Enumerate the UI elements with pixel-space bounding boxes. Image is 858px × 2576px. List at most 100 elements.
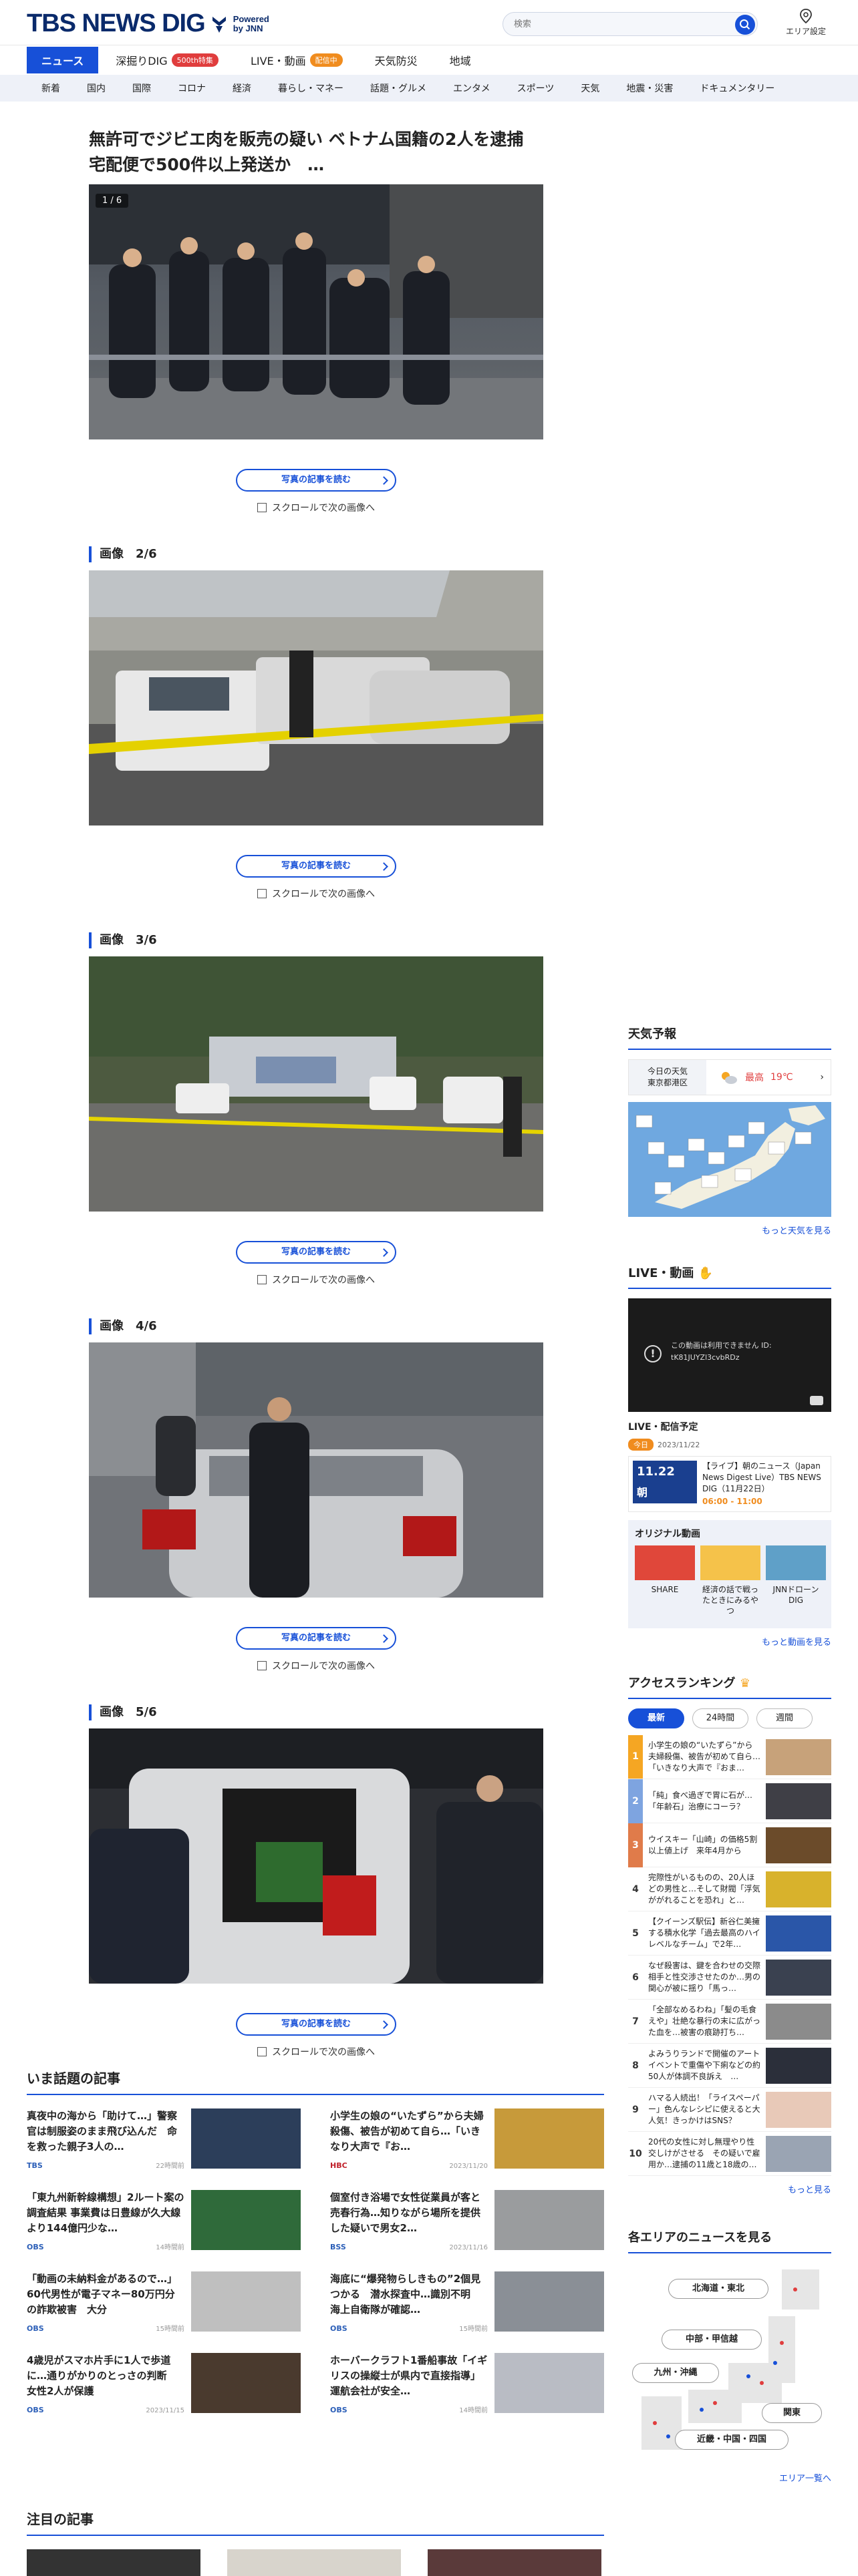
tab-weekly[interactable]: 週間 [756, 1708, 813, 1728]
ranking-thumb [766, 2091, 831, 2128]
subnav-international[interactable]: 国際 [132, 81, 164, 95]
site-logo[interactable]: TBS NEWS DIG Powered by JNN [27, 9, 269, 38]
search-button[interactable] [735, 15, 755, 35]
trending-thumb [494, 2190, 604, 2250]
ranking-more-link[interactable]: もっと見る [628, 2183, 831, 2195]
subnav-domestic[interactable]: 国内 [87, 81, 119, 95]
schedule-date: 今日 2023/11/22 [628, 1439, 831, 1451]
search-box [503, 12, 758, 36]
trending-card-2[interactable]: 小学生の娘の“いたずら”から夫婦殺傷、被告が初めて自ら…「いきなり大声で『お… H… [330, 2108, 604, 2173]
trending-card-5[interactable]: 「動画の未納料金があるので…」60代男性が電子マネー80万円分の詐欺被害 大分 O… [27, 2271, 301, 2336]
featured-thumb-3[interactable] [428, 2549, 601, 2576]
subnav-weather[interactable]: 天気 [581, 81, 613, 95]
search-input[interactable] [503, 13, 717, 35]
subnav-sports[interactable]: スポーツ [517, 81, 568, 95]
area-kanto[interactable]: 関東 [762, 2403, 822, 2423]
ranking-item-4[interactable]: 4 完際性がいるものの、20人ほどの男性と…そして財閥「浮気ががれることを恐れ」と… [628, 1867, 831, 1911]
trending-card-7[interactable]: 4歳児がスマホ片手に1人で歩道に…通りがかりのとっさの判断 女性2人が保護 OBS… [27, 2353, 301, 2417]
live-more-link[interactable]: もっと動画を見る [628, 1635, 831, 1648]
area-hokkaido-tohoku[interactable]: 北海道・東北 [668, 2279, 768, 2299]
ranking-item-6[interactable]: 6 なぜ殺害は、鍵を合わせの交際相手と性交渉させたのか…男の関心が被に揺り「馬っ… [628, 1956, 831, 2000]
featured-title: 注目の記事 [27, 2509, 604, 2536]
nav-dig[interactable]: 深掘りDIG 500th特集 [101, 47, 233, 73]
nav-weather[interactable]: 天気防災 [360, 47, 432, 73]
ranking-item-7[interactable]: 7 「全部なめるわね」「髪の毛食えや」壮絶な暴行の末に広がった血を…被害の痕跡打ち… [628, 2000, 831, 2044]
subnav-economy[interactable]: 経済 [233, 81, 265, 95]
subnav-documentary[interactable]: ドキュメンタリー [700, 81, 788, 95]
trending-title: いま話題の記事 [27, 2068, 604, 2095]
gallery-photo-5[interactable] [89, 1728, 543, 1984]
trending-card-3[interactable]: 「東九州新幹線構想」2ルート案の調査結果 事業費は日豊線が久大線より144億円少… [27, 2190, 301, 2254]
sun-cloud-icon [722, 1072, 737, 1084]
featured-section: 注目の記事 [27, 2509, 604, 2576]
weather-more-link[interactable]: もっと天気を見る [628, 1224, 831, 1236]
read-article-button-1[interactable]: 写真の記事を読む [236, 469, 396, 492]
ranking-title: アクセスランキング ♛ [628, 1674, 831, 1699]
photo-5-illustration [89, 1728, 543, 1984]
photo-counter: 1 / 6 [96, 194, 129, 208]
area-setting-button[interactable]: エリア設定 [786, 8, 826, 37]
trending-card-4[interactable]: 個室付き浴場で女性従業員が客と売春行為…知りながら場所を提供した疑いで男女2… B… [330, 2190, 604, 2254]
read-article-button-3[interactable]: 写真の記事を読む [236, 1241, 396, 1264]
trending-thumb [494, 2353, 604, 2413]
image-icon [257, 889, 267, 898]
nav-region[interactable]: 地域 [435, 47, 486, 73]
ranking-thumb [766, 2003, 831, 2040]
subnav-entertainment[interactable]: エンタメ [453, 81, 504, 95]
trending-thumb [191, 2108, 301, 2169]
ranking-item-2[interactable]: 2 「純」食べ過ぎで胃に石が…「年齢石」治療にコーラ？ [628, 1779, 831, 1823]
logo-text: TBS NEWS DIG [27, 9, 206, 37]
subnav-living[interactable]: 暮らし・マネー [278, 81, 357, 95]
subnav-new[interactable]: 新着 [41, 81, 74, 95]
gallery-photo-4[interactable] [89, 1342, 543, 1598]
schedule-item[interactable]: 11.22 朝 【ライブ】朝のニュース（Japan News Digest Li… [628, 1456, 831, 1512]
trending-card-1[interactable]: 真夜中の海から「助けて…」警察官は制服姿のまま飛び込んだ 命を救った親子3人の…… [27, 2108, 301, 2173]
youtube-icon [810, 1396, 823, 1405]
trending-card-8[interactable]: ホーバークラフト1番船事故「イギリスの操縦士が県内で直接指導」運航会社が安全… O… [330, 2353, 604, 2417]
nav-live[interactable]: LIVE・動画 配信中 [236, 47, 358, 73]
ranking-item-9[interactable]: 9 ハマる人続出！「ライスペーパー」色んなレシピに使えると大人気！きっかけはSNS… [628, 2088, 831, 2132]
gallery-photo-3[interactable] [89, 956, 543, 1212]
area-chubu[interactable]: 中部・甲信越 [662, 2330, 762, 2350]
tab-24h[interactable]: 24時間 [692, 1708, 748, 1728]
ranking-thumb [766, 1915, 831, 1952]
weather-place: 今日の天気 東京都港区 [629, 1060, 706, 1095]
subnav-disaster[interactable]: 地震・災害 [626, 81, 686, 95]
ranking-item-8[interactable]: 8 よみうりランドで開催のアートイベントで重傷や下痢などの約50人が体調不良訴え … [628, 2044, 831, 2088]
original-video-share[interactable]: SHARE [635, 1545, 695, 1616]
ranking-item-10[interactable]: 10 20代の女性に対し無理やり性交しけがさせる その疑いで雇用か…逮捕の11歳と… [628, 2132, 831, 2176]
trending-card-6[interactable]: 海底に“爆発物らしきもの”2個見つかる 潜水探査中…識別不明 海上自衛隊が確認…… [330, 2271, 604, 2336]
video-error-icon: ! [644, 1345, 662, 1362]
weather-today-row[interactable]: 今日の天気 東京都港区 最高 19℃ › [628, 1059, 831, 1095]
search-icon [740, 19, 750, 30]
dig-badge: 500th特集 [171, 53, 219, 67]
featured-thumb-1[interactable] [27, 2549, 200, 2576]
live-video-player[interactable]: ! この動画は利用できません ID: tK81JUYZl3cvbRDz [628, 1298, 831, 1412]
ranking-item-1[interactable]: 1 小学生の娘の“いたずら”から夫婦殺傷、被告が初めて自ら…「いきなり大声で『おま… [628, 1734, 831, 1779]
area-news-widget: 各エリアのニュースを見る 北海道・東北 中部・甲信越 九州・沖縄 関東 近畿・中… [628, 2228, 831, 2484]
image-icon [257, 2047, 267, 2056]
read-article-button-5[interactable]: 写真の記事を読む [236, 2013, 396, 2036]
original-video-drone[interactable]: JNNドローンDIG [766, 1545, 826, 1616]
nav-news[interactable]: ニュース [27, 47, 99, 73]
location-pin-icon [800, 9, 812, 24]
gallery-photo-2[interactable] [89, 570, 543, 825]
subnav-topics[interactable]: 話題・グルメ [370, 81, 440, 95]
trending-thumb [191, 2190, 301, 2250]
featured-thumb-2[interactable] [227, 2549, 401, 2576]
image-label-3: 画像 3/6 [89, 932, 543, 948]
read-article-button-2[interactable]: 写真の記事を読む [236, 855, 396, 878]
weather-temp: 最高 19℃ › [706, 1069, 831, 1085]
read-article-button-4[interactable]: 写真の記事を読む [236, 1627, 396, 1650]
ranking-item-5[interactable]: 5 【クイーンズ駅伝】新谷仁美擁する積水化学「過去最高のハイレベルなチーム」で2年… [628, 1911, 831, 1956]
photo-3-illustration [89, 956, 543, 1212]
ranking-item-3[interactable]: 3 ウイスキー「山崎」の価格5割以上値上げ 来年4月から [628, 1823, 831, 1867]
subnav-corona[interactable]: コロナ [178, 81, 219, 95]
area-kinki-chugoku-shikoku[interactable]: 近畿・中国・四国 [675, 2430, 789, 2450]
original-video-economy[interactable]: 経済の話で戦ったときにみるやつ [700, 1545, 760, 1616]
area-kyushu-okinawa[interactable]: 九州・沖縄 [632, 2363, 719, 2383]
weather-map[interactable] [628, 1102, 831, 1217]
ranking-thumb [766, 1827, 831, 1863]
gallery-photo-1[interactable]: 1 / 6 [89, 184, 543, 439]
tab-latest[interactable]: 最新 [628, 1708, 684, 1728]
